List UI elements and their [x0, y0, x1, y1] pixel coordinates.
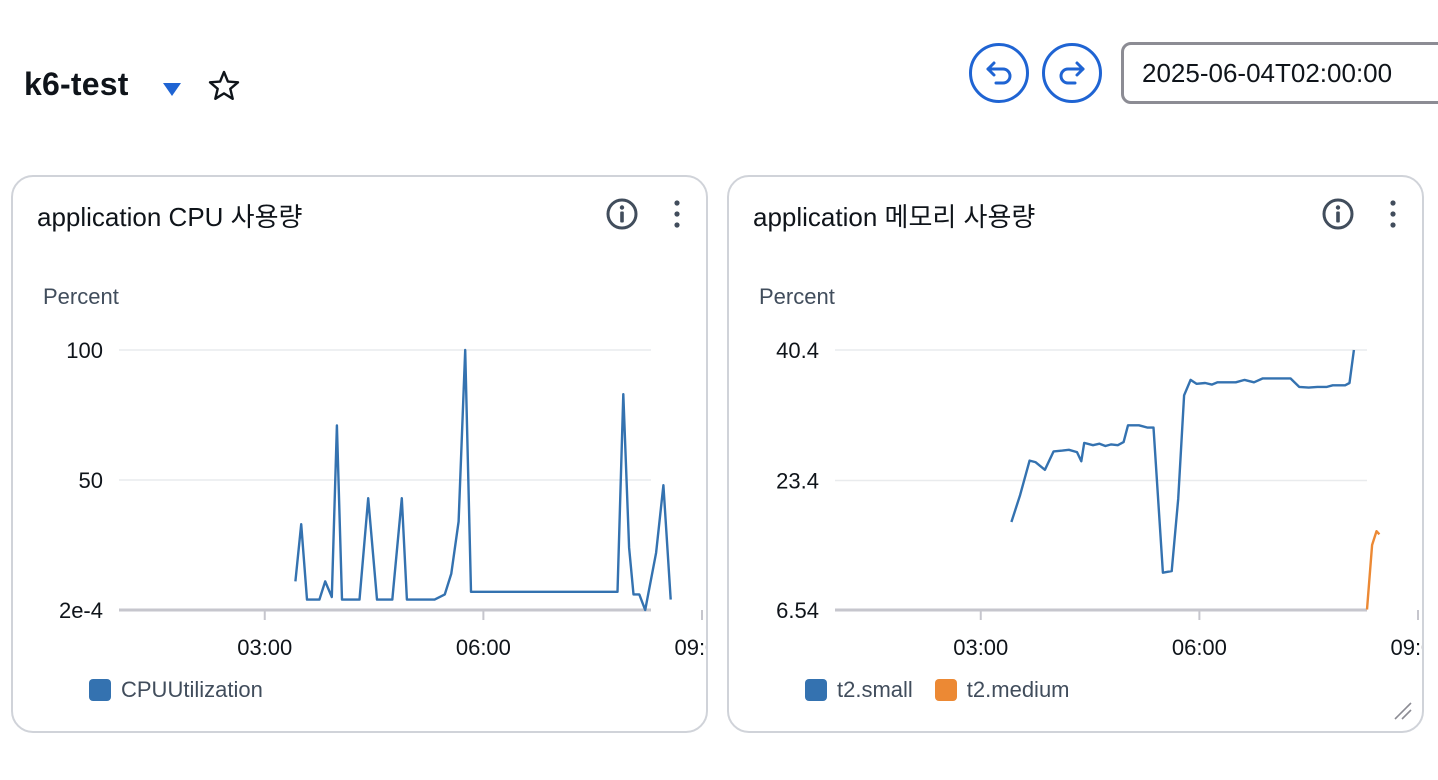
resize-grip-icon[interactable] — [1393, 701, 1413, 721]
legend-label: CPUUtilization — [121, 677, 263, 702]
chart-legend: CPUUtilization — [89, 677, 263, 703]
y-tick-label: 40.4 — [776, 338, 819, 363]
legend-swatch — [934, 679, 957, 701]
memory-line-chart: 6.54 23.4 40.4 03:00 06:00 09:00 — [776, 338, 1424, 660]
redo-button[interactable] — [1042, 43, 1102, 103]
cpu-widget: application CPU 사용량 Percent 2e-4 50 100 03:… — [11, 175, 708, 733]
x-tick-label: 03:00 — [237, 635, 292, 660]
redo-arrow-icon — [1059, 61, 1085, 85]
series-line-t2-small — [1010, 349, 1356, 574]
legend-label: t2.small — [837, 677, 913, 702]
star-outline-icon[interactable] — [206, 68, 242, 104]
time-range-input[interactable] — [1121, 42, 1438, 104]
legend-item-cpuutilization[interactable]: CPUUtilization — [89, 677, 263, 703]
x-tick-label: 06:00 — [1172, 635, 1227, 660]
y-tick-label: 100 — [66, 338, 103, 363]
x-tick-label: 06:00 — [456, 635, 511, 660]
cpu-line-chart: 2e-4 50 100 03:00 06:00 09:00 — [59, 338, 708, 660]
series-line-t2-medium — [1365, 530, 1381, 610]
y-tick-label: 6.54 — [776, 598, 819, 623]
chart-legend: t2.small t2.medium — [805, 677, 1070, 703]
x-tick-label: 03:00 — [953, 635, 1008, 660]
y-tick-label: 50 — [79, 468, 103, 493]
undo-button[interactable] — [969, 43, 1029, 103]
x-tick-label: 09:00 — [1390, 635, 1424, 660]
legend-swatch — [89, 679, 111, 701]
y-tick-label: 2e-4 — [59, 598, 103, 623]
undo-arrow-icon — [986, 61, 1012, 85]
legend-swatch — [805, 679, 827, 701]
legend-item-t2-medium[interactable]: t2.medium — [934, 677, 1070, 703]
caret-down-icon[interactable] — [160, 80, 184, 100]
dashboard-title: k6-test — [24, 66, 129, 102]
memory-widget: application 메모리 사용량 Percent 6.54 23.4 40.4… — [727, 175, 1424, 733]
y-tick-label: 23.4 — [776, 469, 819, 494]
x-tick-label: 09:00 — [674, 635, 708, 660]
legend-label: t2.medium — [966, 677, 1070, 702]
legend-item-t2-small[interactable]: t2.small — [805, 677, 913, 703]
